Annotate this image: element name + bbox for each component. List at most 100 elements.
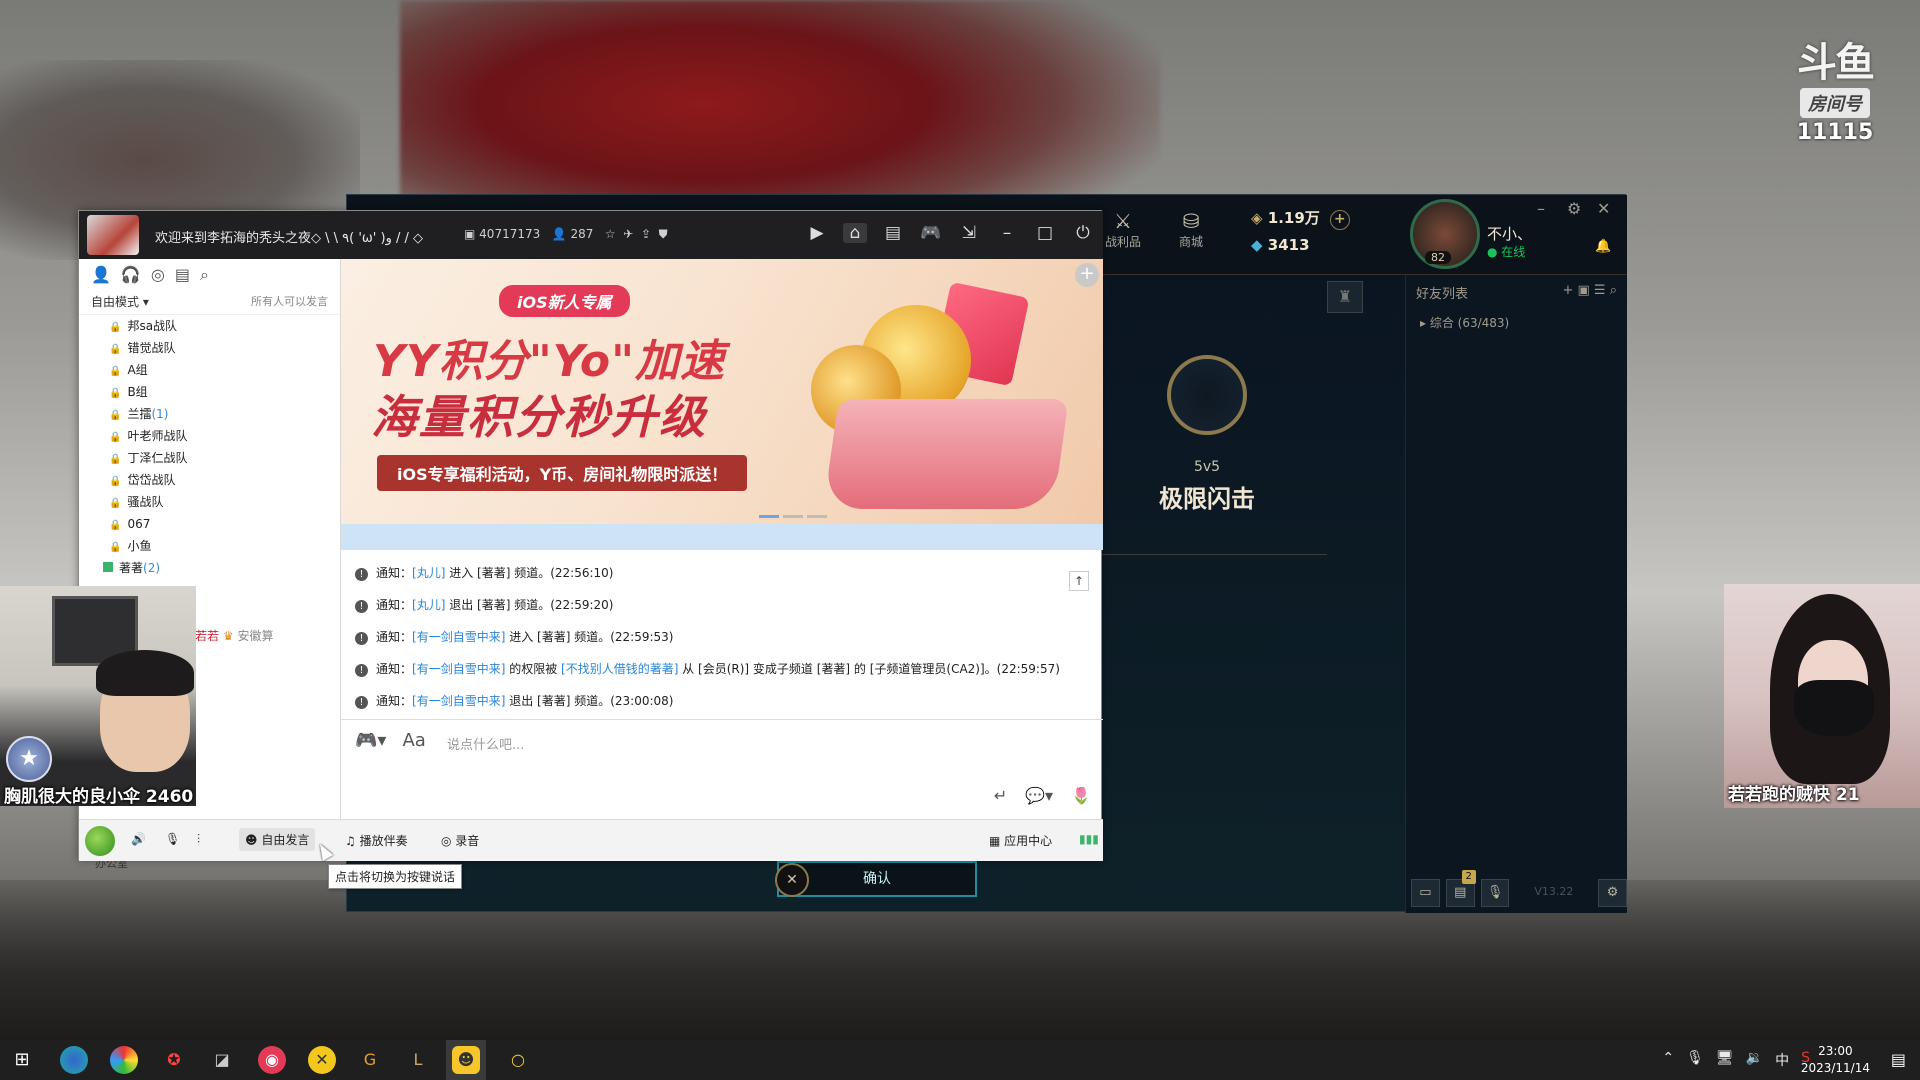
page-dot[interactable] [783,515,803,518]
chat-bubble-icon[interactable]: 💬▾ [1025,786,1053,805]
channel-item[interactable]: 🔒 丁泽仁战队 [109,447,340,469]
chevron-up-icon[interactable]: ⌃ [1662,1050,1674,1070]
record-button[interactable]: ◎ 录音 [441,832,479,849]
friends-group[interactable]: ▸ 综合 (63/483) [1406,310,1627,335]
gift-box-icon [823,399,1069,509]
nav-store[interactable]: ⛁ 商城 [1163,209,1219,250]
league-icon[interactable]: L [404,1046,432,1074]
trophy-icon[interactable]: ♜ [1327,281,1363,313]
minimize-icon[interactable]: – [995,223,1019,243]
play-music-button[interactable]: ♫ 播放伴奏 [345,832,408,849]
plane-icon[interactable]: ✈ [623,227,633,241]
minimize-icon[interactable]: – [1537,199,1545,218]
home-icon[interactable]: ⌂ [843,223,867,243]
channel-avatar[interactable] [87,215,139,255]
mode-type: 5v5 [1193,459,1221,475]
music-app-icon[interactable]: ◉ [258,1046,286,1074]
search-icon[interactable]: ⌕ [1610,283,1617,298]
windows-start-icon[interactable]: ⊞ [8,1046,36,1074]
page-dot[interactable] [759,515,779,518]
promo-banner[interactable]: iOS新人专属 YY积分"Yo"加速 海量积分秒升级 iOS专享福利活动，Y币、… [341,259,1103,524]
channel-item[interactable]: 🔒 小鱼 [109,535,340,557]
shield-icon[interactable]: ⛊ [659,227,668,241]
channel-item[interactable]: 🔒 B组 [109,381,340,403]
search-icon[interactable]: ⌕ [200,265,209,285]
share-icon[interactable]: ⇪ [641,227,651,241]
add-icon[interactable]: + [1075,263,1099,287]
network-icon[interactable]: 🖥 [1716,1050,1734,1070]
game-mode-panel: 5v5 极限闪击 [1087,355,1327,555]
banner-headline-2: 海量积分秒升级 [371,390,707,444]
app-center-button[interactable]: ▦ 应用中心 [989,832,1052,849]
channel-item[interactable]: 🔒 岱岱战队 [109,469,340,491]
banner-headline-1: YY积分"Yo"加速 [373,336,725,387]
microphone-icon[interactable]: 🎙 [1480,879,1510,907]
room-number: 11115 [1796,120,1874,145]
equalizer-icon[interactable]: ⫶ [197,832,200,847]
video-icon[interactable]: ▶ [805,223,829,243]
channel-item-active[interactable]: 著著(2) [103,557,340,579]
online-status: ● 在线 [1487,245,1526,259]
text-style-icon[interactable]: Aa [402,730,425,751]
channel-item[interactable]: 🔒 骚战队 [109,491,340,513]
chat-input-area: 🎮▾ Aa 说点什么吧... ↵ 💬▾ 🌷 [341,719,1103,819]
app-icon-g[interactable]: G [356,1046,384,1074]
free-speak-button[interactable]: ☻ 自由发言 [239,828,316,851]
gamepad-icon[interactable]: 🎮 [919,223,943,243]
person-icon[interactable]: 👤 [91,265,111,285]
channel-item[interactable]: 🔒 兰擂(1) [109,403,340,425]
channel-item[interactable]: 🔒 067 [109,513,340,535]
notifications-icon[interactable]: ▤ 2 [1445,870,1476,907]
bell-icon[interactable]: 🔔 [1595,239,1611,254]
chat-input[interactable]: 说点什么吧... [447,734,524,753]
power-icon[interactable]: ⏻ [1071,223,1095,243]
app-icon-gray[interactable]: ◪ [208,1046,236,1074]
flower-icon[interactable]: 🌷 [1071,786,1091,805]
channel-item[interactable]: 🔒 邦sa战队 [109,315,340,337]
notification-icon[interactable]: ▤ [1891,1050,1906,1069]
channel-item[interactable]: 🔒 A组 [109,359,340,381]
enter-icon[interactable]: ↵ [994,786,1007,805]
list-icon[interactable]: ▤ [881,223,905,243]
volume-icon[interactable]: 🔉 [1746,1050,1763,1070]
page-dot[interactable] [807,515,827,518]
maximize-icon[interactable]: □ [1033,223,1057,243]
collapse-icon[interactable]: ⇲ [957,223,981,243]
channel-item[interactable]: 🔒 叶老师战队 [109,425,340,447]
close-icon[interactable]: ✕ [1597,199,1610,218]
client-version: V13.22 [1534,885,1574,898]
chrome-icon[interactable] [110,1046,138,1074]
nav-loot[interactable]: ⚔ 战利品 [1095,209,1151,250]
app-icon-red[interactable]: ✪ [160,1046,188,1074]
folder-icon[interactable]: ▣ [1577,283,1589,298]
cancel-queue-icon[interactable]: ✕ [775,863,809,897]
channel-title: 欢迎来到李拓海的秃头之夜◇ \ \ ٩( 'ω' )و / / ◇ [155,231,424,246]
speaker-icon[interactable]: 🔊 [131,832,146,846]
list-icon[interactable]: ☰ [1594,283,1606,298]
microphone-icon[interactable]: 🎙 [165,832,180,846]
mode-bar: 自由模式 ▾ 所有人可以发言 [79,291,340,315]
chat-icon[interactable]: ▭ [1411,879,1440,907]
edge-icon[interactable] [60,1046,88,1074]
settings-gear-icon[interactable]: ⚙ [1567,199,1581,218]
add-friend-icon[interactable]: + [1562,283,1573,298]
app-icon-yellow[interactable]: ✕ [308,1046,336,1074]
game-emoji-icon[interactable]: 🎮▾ [355,730,386,751]
yy-icon[interactable]: ☻ [452,1046,480,1074]
mic-tray-icon[interactable]: 🎙 [1686,1050,1704,1070]
mode-dropdown[interactable]: 自由模式 ▾ [91,293,149,310]
clock[interactable]: 23:00 2023/11/14 [1801,1043,1870,1077]
webcam-right: 若若跑的贼快 21 [1724,584,1920,808]
notes-icon[interactable]: ▤ [175,265,190,285]
help-gear-icon[interactable]: ⚙ [1598,879,1627,907]
user-avatar[interactable] [85,826,115,856]
ime-indicator[interactable]: 中 [1775,1050,1789,1070]
channel-item[interactable]: 🔒 错觉战队 [109,337,340,359]
tooltip: 点击将切换为按键说话 [328,864,463,889]
app-icon-circle[interactable]: ○ [504,1046,532,1074]
star-icon[interactable]: ☆ [605,227,616,241]
be-icon: ◆ [1251,236,1263,254]
headset-icon[interactable]: 🎧 [121,265,141,285]
buy-rp-button[interactable]: + [1329,210,1350,230]
location-icon[interactable]: ◎ [151,265,165,285]
